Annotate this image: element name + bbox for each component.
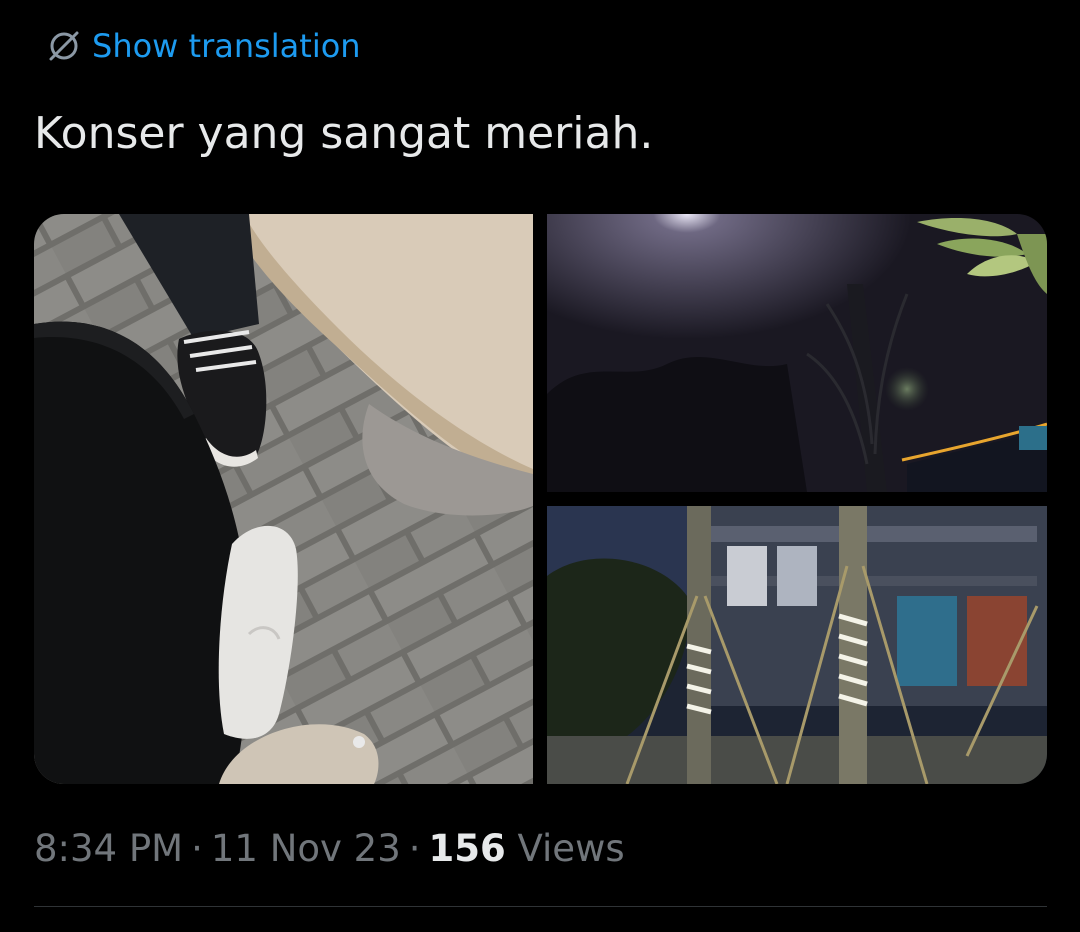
tweet-date[interactable]: 11 Nov 23: [211, 827, 401, 870]
views-label: Views: [517, 827, 625, 870]
show-translation-label: Show translation: [92, 27, 361, 65]
night-sky-palm-photo[interactable]: [547, 214, 1047, 492]
show-translation-link[interactable]: Show translation: [46, 26, 361, 66]
tweet-time[interactable]: 8:34 PM: [34, 827, 183, 870]
media-grid: [34, 214, 1047, 784]
tweet-meta: 8:34 PM · 11 Nov 23 · 156 Views: [34, 826, 625, 872]
lit-trees-plaza-photo[interactable]: [547, 506, 1047, 784]
views-count: 156: [428, 827, 506, 870]
globe-slash-icon: [46, 28, 82, 64]
tweet-text: Konser yang sangat meriah.: [34, 108, 654, 159]
feet-on-paving-stones-photo[interactable]: [34, 214, 533, 784]
meta-separator: ·: [408, 827, 421, 870]
divider: [34, 906, 1047, 907]
meta-separator: ·: [191, 827, 203, 870]
